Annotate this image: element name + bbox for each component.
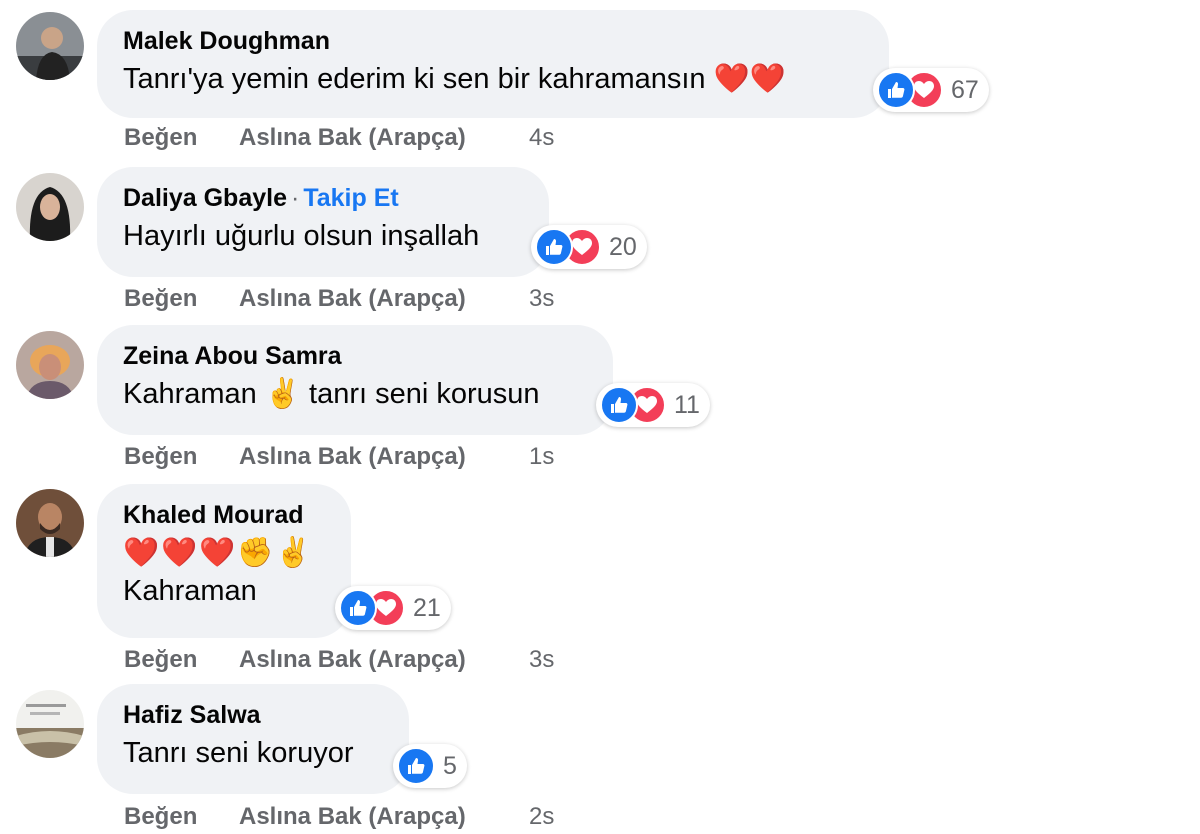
comment-text: Hayırlı uğurlu olsun inşallah [123, 220, 480, 252]
comment-text: Kahraman [123, 575, 257, 607]
comment-actions: Beğen Aslına Bak (Arapça) 1s [124, 443, 554, 471]
like-button[interactable]: Beğen [124, 443, 239, 471]
comment-text: Tanrı seni koruyor [123, 737, 354, 769]
avatar[interactable] [16, 489, 84, 557]
comment-actions: Beğen Aslına Bak (Arapça) 3s [124, 646, 554, 674]
like-reaction-icon [397, 747, 435, 785]
comment-emojis: ❤️❤️❤️✊✌️ [123, 537, 314, 569]
comment-bubble: Daliya Gbayle · Takip Et Hayırlı uğurlu ol… [97, 167, 549, 277]
reactions-summary[interactable]: 5 [393, 744, 467, 788]
follow-link[interactable]: Takip Et [303, 184, 398, 212]
comment-timestamp[interactable]: 3s [529, 646, 554, 674]
comment-author[interactable]: Hafiz Salwa [123, 701, 261, 729]
comment-actions: Beğen Aslına Bak (Arapça) 3s [124, 285, 554, 313]
see-translation-link[interactable]: Aslına Bak (Arapça) [239, 285, 529, 313]
like-reaction-icon [600, 386, 638, 424]
avatar[interactable] [16, 331, 84, 399]
reactions-summary[interactable]: 67 [873, 68, 989, 112]
reactions-summary[interactable]: 21 [335, 586, 451, 630]
comment-timestamp[interactable]: 3s [529, 285, 554, 313]
see-translation-link[interactable]: Aslına Bak (Arapça) [239, 803, 529, 831]
separator-dot: · [290, 184, 300, 212]
comment-timestamp[interactable]: 2s [529, 803, 554, 831]
reaction-count: 21 [413, 593, 441, 622]
comment-author[interactable]: Malek Doughman [123, 27, 330, 55]
like-button[interactable]: Beğen [124, 803, 239, 831]
like-reaction-icon [535, 228, 573, 266]
like-reaction-icon [339, 589, 377, 627]
see-translation-link[interactable]: Aslına Bak (Arapça) [239, 443, 529, 471]
comment-timestamp[interactable]: 1s [529, 443, 554, 471]
comment-text: Tanrı'ya yemin ederim ki sen bir kahrama… [123, 63, 786, 95]
see-translation-link[interactable]: Aslına Bak (Arapça) [239, 124, 529, 152]
reaction-count: 11 [674, 390, 700, 419]
comment-timestamp[interactable]: 4s [529, 124, 554, 152]
reactions-summary[interactable]: 20 [531, 225, 647, 269]
like-button[interactable]: Beğen [124, 646, 239, 674]
reaction-count: 20 [609, 232, 637, 261]
comment-author[interactable]: Zeina Abou Samra [123, 342, 342, 370]
comment-bubble: Malek Doughman Tanrı'ya yemin ederim ki … [97, 10, 889, 118]
like-reaction-icon [877, 71, 915, 109]
like-button[interactable]: Beğen [124, 124, 239, 152]
comment-author[interactable]: Khaled Mourad [123, 501, 304, 529]
reaction-count: 5 [443, 751, 457, 780]
comment-actions: Beğen Aslına Bak (Arapça) 4s [124, 124, 554, 152]
see-translation-link[interactable]: Aslına Bak (Arapça) [239, 646, 529, 674]
avatar[interactable] [16, 12, 84, 80]
reaction-count: 67 [951, 75, 979, 104]
avatar[interactable] [16, 690, 84, 758]
reactions-summary[interactable]: 11 [596, 383, 710, 427]
comment-bubble: Khaled Mourad ❤️❤️❤️✊✌️ Kahraman [97, 484, 351, 638]
comment-author[interactable]: Daliya Gbayle [123, 184, 287, 212]
comment-text: Kahraman ✌️ tanrı seni korusun [123, 378, 540, 410]
comment-actions: Beğen Aslına Bak (Arapça) 2s [124, 803, 554, 831]
like-button[interactable]: Beğen [124, 285, 239, 313]
comment-bubble: Hafiz Salwa Tanrı seni koruyor [97, 684, 409, 794]
avatar[interactable] [16, 173, 84, 241]
comment-bubble: Zeina Abou Samra Kahraman ✌️ tanrı seni … [97, 325, 613, 435]
